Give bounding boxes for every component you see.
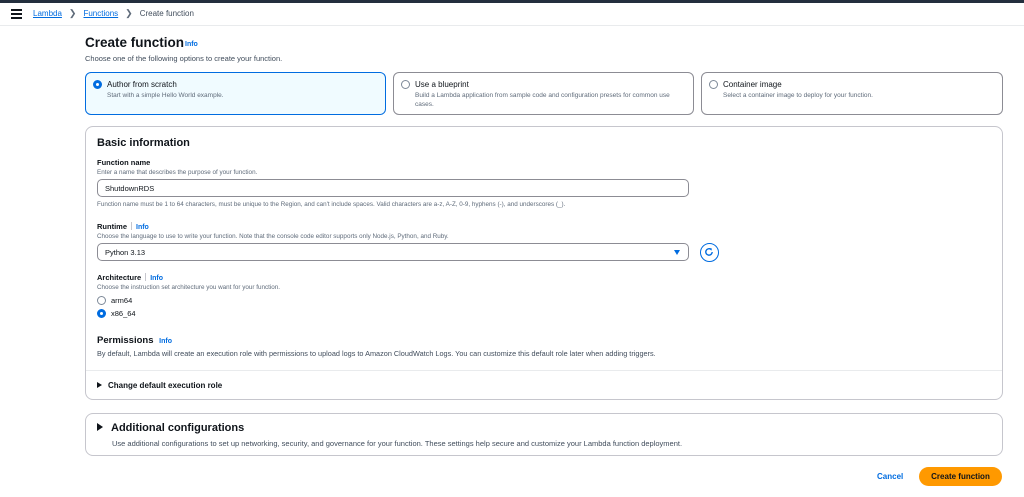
option-radio[interactable] [93,80,102,89]
arm64-label: arm64 [111,296,133,305]
option-description: Start with a simple Hello World example. [107,92,224,99]
option-radio[interactable] [401,80,410,89]
additional-config-title-row[interactable]: Additional configurations [97,422,244,434]
create-function-button[interactable]: Create function [919,467,1002,486]
chevron-right-icon: ❯ [68,8,77,18]
breadcrumb-current: Create function [139,9,194,18]
permissions-description: By default, Lambda will create an execut… [97,349,656,358]
architecture-info-link[interactable]: Info [150,275,163,282]
breadcrumb-lambda[interactable]: Lambda [33,9,62,18]
chevron-right-icon: ❯ [125,8,133,18]
option-title: Use a blueprint [415,80,469,89]
page-description: Choose one of the following options to c… [85,54,283,63]
page-title: Create function [85,35,185,50]
option-radio[interactable] [709,80,718,89]
permissions-label: Permissions [97,335,154,346]
breadcrumb: Lambda ❯ Functions ❯ Create function [33,8,194,19]
option-title: Author from scratch [107,80,177,89]
option-description: Build a Lambda application from sample c… [415,92,670,108]
triangle-right-icon [97,423,103,431]
additional-config-title: Additional configurations [111,422,245,434]
architecture-label: Architecture [97,273,142,282]
change-role-label: Change default execution role [108,381,223,390]
arm64-radio[interactable] [97,296,106,305]
caret-down-icon [674,250,680,255]
runtime-value: Python 3.13 [105,248,146,257]
additional-configurations-panel[interactable]: Additional configurations Use additional… [85,413,1003,456]
option-author-from-scratch[interactable]: Author from scratch Start with a simple … [85,72,386,115]
refresh-icon[interactable] [700,243,719,262]
permissions-info-link[interactable]: Info [159,338,172,345]
architecture-hint: Choose the instruction set architecture … [97,284,281,291]
hamburger-icon[interactable] [11,9,22,19]
change-role-expander[interactable]: Change default execution role [97,381,222,390]
x86_64-label: x86_64 [111,309,136,318]
basic-information-panel: Basic information Function name Enter a … [85,126,1003,400]
breadcrumb-functions[interactable]: Functions [83,9,118,18]
triangle-right-icon [97,382,102,388]
function-name-label: Function name [97,158,151,167]
panel-title: Basic information [97,137,190,149]
refresh-glyph [705,248,713,256]
cancel-button[interactable]: Cancel [877,472,903,481]
architecture-label-row: Architecture Info [97,273,163,282]
runtime-label-row: Runtime Info [97,222,149,231]
runtime-label: Runtime [97,222,127,231]
divider [86,370,1002,371]
function-name-hint: Enter a name that describes the purpose … [97,169,258,176]
title-info-link[interactable]: Info [185,41,198,48]
function-name-input[interactable]: ShutdownRDS [97,179,689,197]
option-container-image[interactable]: Container image Select a container image… [701,72,1003,115]
option-use-blueprint[interactable]: Use a blueprint Build a Lambda applicati… [393,72,694,115]
runtime-hint: Choose the language to use to write your… [97,233,449,240]
x86_64-radio[interactable] [97,309,106,318]
runtime-select[interactable]: Python 3.13 [97,243,689,261]
function-name-constraint: Function name must be 1 to 64 characters… [97,201,566,208]
additional-config-description: Use additional configurations to set up … [112,439,683,448]
option-description: Select a container image to deploy for y… [723,92,873,99]
permissions-label-row: Permissions Info [97,335,172,346]
option-title: Container image [723,80,782,89]
breadcrumb-bar: Lambda ❯ Functions ❯ Create function [0,3,1024,26]
runtime-info-link[interactable]: Info [136,224,149,231]
